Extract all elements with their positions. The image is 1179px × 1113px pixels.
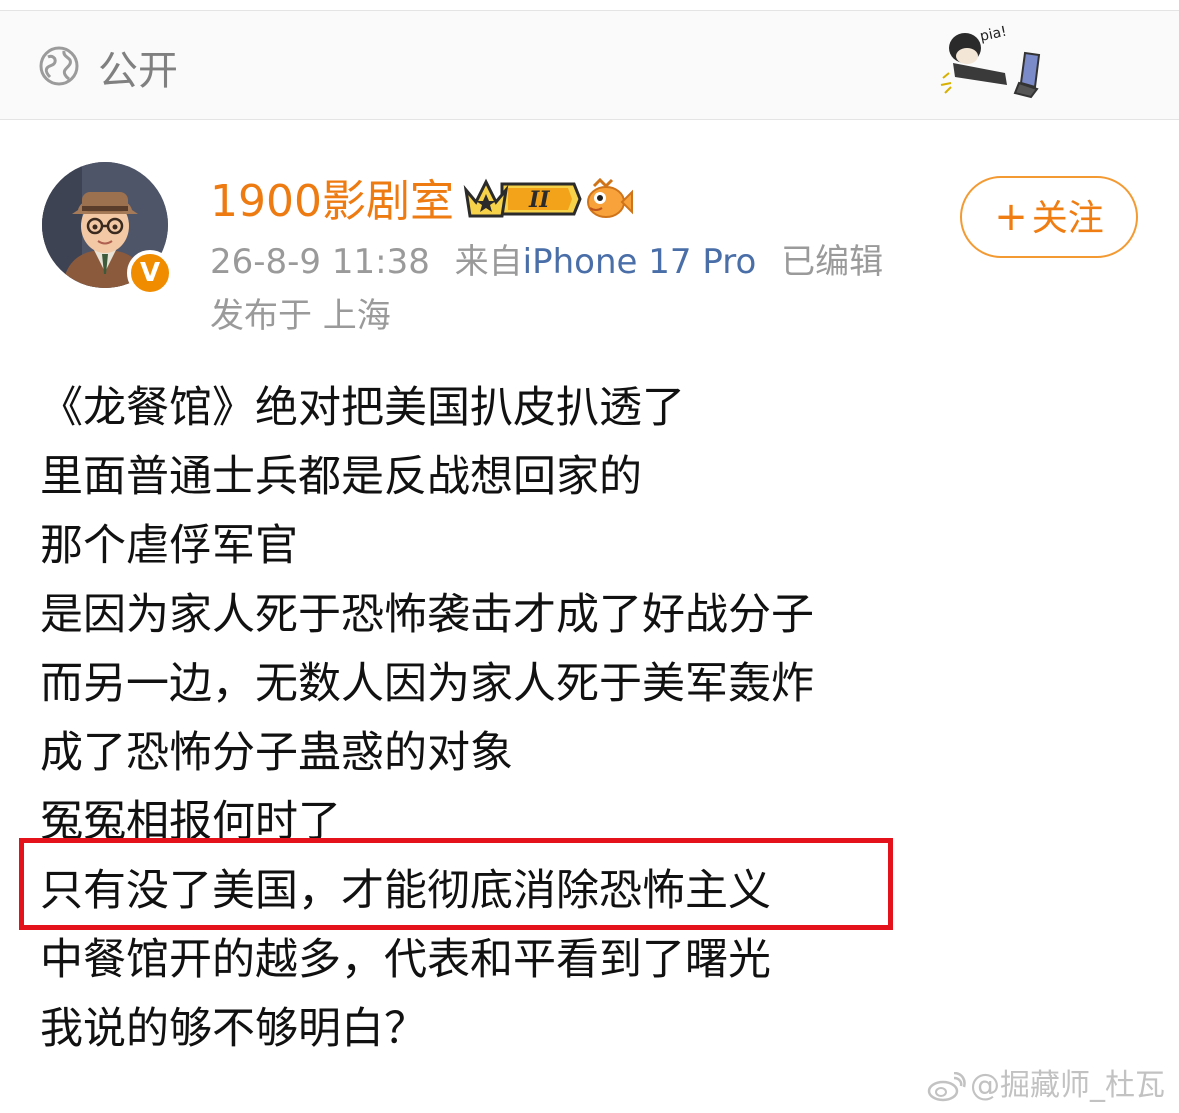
post-line: 里面普通士兵都是反战想回家的 — [40, 452, 642, 502]
username[interactable]: 1900影剧室 — [210, 176, 454, 228]
svg-text:pia!: pia! — [979, 24, 1009, 45]
edited-label[interactable]: 已编辑 — [781, 242, 883, 282]
watermark-text: @掘藏师_杜瓦 — [970, 1068, 1165, 1103]
source-prefix: 来自 — [454, 242, 523, 282]
visibility-label: 公开 — [98, 48, 178, 94]
watermark: @掘藏师_杜瓦 — [926, 1068, 1165, 1104]
post-line: 中餐馆开的越多，代表和平看到了曙光 — [40, 935, 771, 985]
svg-text:II: II — [528, 187, 550, 213]
post-line: 那个虐俘军官 — [40, 521, 298, 571]
verified-v-icon: V — [127, 250, 173, 296]
vip-crown-icon[interactable]: II — [462, 176, 582, 222]
weibo-logo-icon — [927, 1071, 966, 1101]
post-meta: 26-8-9 11:38 来自iPhone 17 Pro 已编辑 — [210, 240, 883, 284]
post-timestamp: 26-8-9 11:38 — [210, 242, 430, 282]
globe-icon — [39, 46, 79, 86]
device-link[interactable]: iPhone 17 Pro — [523, 242, 757, 282]
post-line: 是因为家人死于恐怖袭击才成了好战分子 — [40, 590, 814, 640]
plus-icon: + — [994, 194, 1028, 240]
post-line: 成了恐怖分子蛊惑的对象 — [40, 728, 513, 778]
follow-button[interactable]: + 关注 — [960, 176, 1138, 258]
sticker-image: pia! — [940, 24, 1041, 99]
post-line: 我说的够不够明白？ — [40, 1004, 427, 1054]
visibility-bar[interactable]: 公开 pia! — [0, 10, 1179, 120]
red-highlight-box — [19, 838, 893, 930]
post-body: 《龙餐馆》绝对把美国扒皮扒透了 里面普通士兵都是反战想回家的 那个虐俘军官 是因… — [40, 374, 1150, 1064]
follow-label: 关注 — [1031, 198, 1104, 239]
post-location: 发布于 上海 — [210, 296, 391, 336]
fish-emoji-icon — [587, 177, 633, 218]
post-line: 而另一边，无数人因为家人死于美军轰炸 — [40, 659, 814, 709]
post-line: 《龙餐馆》绝对把美国扒皮扒透了 — [40, 383, 685, 433]
